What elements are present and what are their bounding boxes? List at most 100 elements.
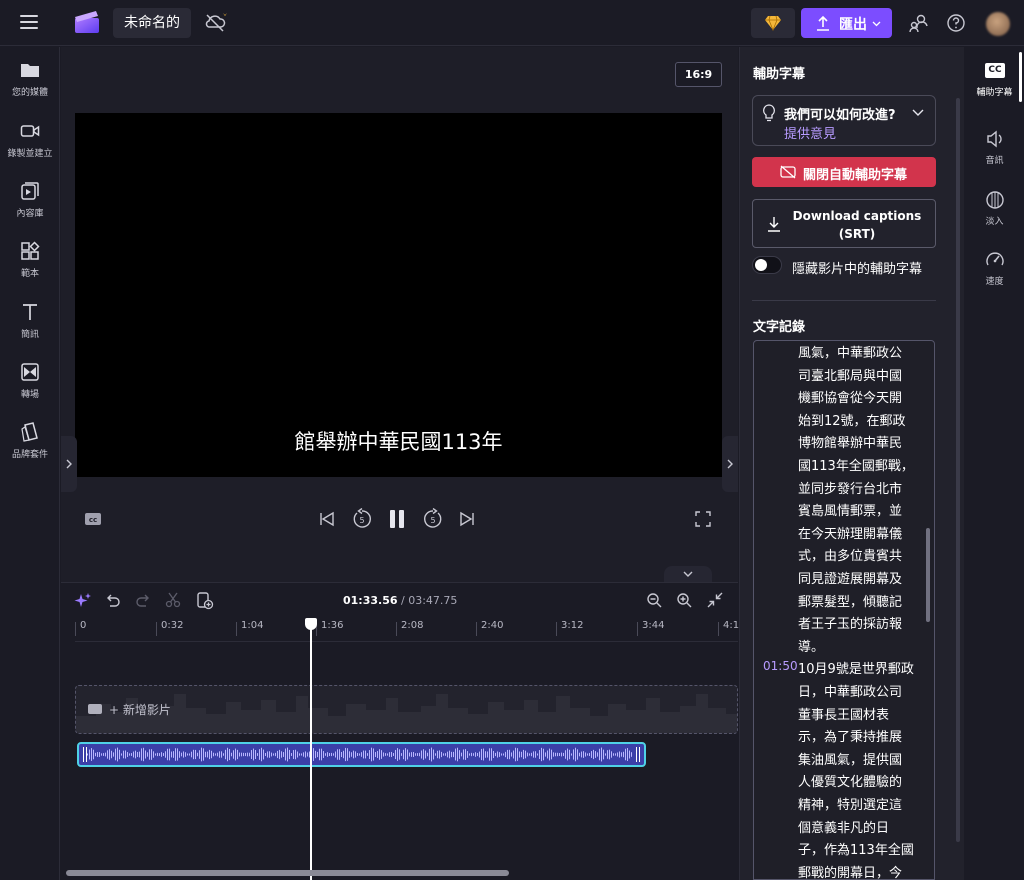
transcript-line[interactable]: 賓島風情郵票，並 bbox=[798, 500, 918, 519]
ruler-tick: 1:04 bbox=[235, 620, 264, 636]
transcript-line[interactable]: 同見證遊展開幕及 bbox=[798, 568, 918, 587]
export-button[interactable]: 匯出 bbox=[801, 8, 892, 38]
aspect-ratio-button[interactable]: 16:9 bbox=[675, 62, 722, 87]
transcript-line[interactable]: 機郵協會從今天開 bbox=[798, 387, 918, 406]
svg-text:5: 5 bbox=[359, 516, 364, 525]
camera-icon bbox=[20, 125, 40, 137]
timeline-horizontal-scrollbar[interactable] bbox=[66, 870, 509, 876]
rail-item-label: 輔助字幕 bbox=[976, 88, 1013, 98]
transcript-line[interactable]: 人優質文化體驗的 bbox=[798, 771, 918, 790]
playhead[interactable] bbox=[310, 620, 312, 880]
disable-auto-captions-button[interactable]: 關閉自動輔助字幕 bbox=[752, 157, 936, 187]
clip-trim-handle-right[interactable] bbox=[636, 747, 640, 762]
captions-off-icon bbox=[780, 165, 796, 179]
video-preview[interactable]: 館舉辦中華民國113年 bbox=[75, 113, 722, 477]
sidebar-item-content-library[interactable]: 內容庫 bbox=[0, 181, 60, 231]
sidebar-item-record-create[interactable]: 錄製並建立 bbox=[0, 121, 60, 171]
skip-to-end-icon[interactable] bbox=[458, 510, 476, 528]
right-rail bbox=[965, 47, 1024, 880]
download-captions-button[interactable]: Download captions (SRT) bbox=[752, 199, 936, 248]
transcript-line[interactable]: 10月9號是世界郵政 bbox=[798, 658, 918, 677]
cloud-sync-off-icon[interactable] bbox=[204, 11, 228, 33]
transcript-line[interactable]: 郵票髮型，傾聽記 bbox=[798, 591, 918, 610]
download-icon bbox=[768, 217, 780, 232]
transcript-line[interactable]: 式，由多位貴賓共 bbox=[798, 545, 918, 564]
project-title[interactable]: 未命名的 bbox=[113, 8, 191, 38]
transcript-line[interactable]: 董事長王國材表 bbox=[798, 704, 918, 723]
expand-right-panel-button[interactable] bbox=[722, 436, 738, 492]
transcript-line[interactable]: 博物館舉辦中華民 bbox=[798, 432, 918, 451]
collapse-timeline-button[interactable] bbox=[664, 566, 712, 582]
transcript-timestamp[interactable]: 01:50 bbox=[763, 659, 798, 673]
rail-item-label: 速度 bbox=[985, 277, 1004, 287]
transcript-line[interactable]: 集油風氣，提供國 bbox=[798, 749, 918, 768]
transcript-line[interactable]: 示，為了秉持推展 bbox=[798, 726, 918, 745]
svg-text:cc: cc bbox=[89, 516, 97, 524]
transcript-line[interactable]: 始到12號，在郵政 bbox=[798, 410, 918, 429]
forward-5-icon[interactable]: 5 bbox=[422, 508, 444, 530]
transcript-line[interactable]: 司臺北郵局與中國 bbox=[798, 365, 918, 384]
sidebar-item-label: 品牌套件 bbox=[11, 450, 48, 460]
pause-icon[interactable] bbox=[388, 509, 406, 529]
magic-sparkle-icon[interactable] bbox=[74, 592, 92, 610]
ruler-tick: 4:1 bbox=[717, 620, 740, 636]
add-media-label: + 新增影片 bbox=[109, 703, 171, 717]
sidebar-item-brand-kit[interactable]: 品牌套件 bbox=[0, 422, 60, 472]
split-scissors-icon[interactable] bbox=[165, 592, 181, 608]
undo-icon[interactable] bbox=[105, 592, 121, 608]
transcript-line[interactable]: 在今天辦理開幕儀 bbox=[798, 523, 918, 542]
zoom-out-icon[interactable] bbox=[646, 592, 662, 608]
transcript-list[interactable]: 風氣，中華郵政公 司臺北郵局與中國 機郵協會從今天開 始到12號，在郵政 博物館舉辦中華… bbox=[753, 340, 935, 880]
sidebar-item-transitions[interactable]: 轉場 bbox=[0, 362, 60, 412]
transcript-line[interactable]: 導。 bbox=[798, 636, 918, 655]
transcript-line[interactable]: 個意義非凡的日 bbox=[798, 817, 918, 836]
rail-item-label: 淡入 bbox=[985, 217, 1004, 227]
captions-panel-scrollbar[interactable] bbox=[956, 98, 960, 842]
transcript-line[interactable]: 風氣，中華郵政公 bbox=[798, 342, 918, 361]
transcript-line[interactable]: 者王子玉的採訪報 bbox=[798, 613, 918, 632]
playhead-handle[interactable] bbox=[305, 618, 317, 630]
menu-icon[interactable] bbox=[20, 15, 38, 29]
skip-to-start-icon[interactable] bbox=[318, 510, 336, 528]
fit-timeline-icon[interactable] bbox=[707, 592, 723, 608]
feedback-box[interactable]: 我們可以如何改進? 提供意見 bbox=[752, 95, 936, 146]
fade-icon bbox=[986, 191, 1004, 209]
ruler-tick: 3:12 bbox=[555, 620, 584, 636]
help-icon[interactable] bbox=[946, 13, 966, 33]
zoom-in-icon[interactable] bbox=[676, 592, 692, 608]
premium-button[interactable] bbox=[751, 8, 795, 38]
transcript-line[interactable]: 國113年全國郵戰， bbox=[798, 455, 918, 474]
chevron-right-icon bbox=[66, 459, 72, 469]
ruler-tick: 0:32 bbox=[155, 620, 184, 636]
audio-clip[interactable] bbox=[77, 742, 646, 767]
caption-overlay: 館舉辦中華民國113年 bbox=[294, 430, 503, 454]
avatar[interactable] bbox=[986, 12, 1010, 36]
share-people-icon[interactable] bbox=[908, 13, 928, 33]
timeline-ruler[interactable]: 0 0:32 1:04 1:36 2:08 2:40 3:12 3:44 4:1 bbox=[74, 620, 740, 642]
hide-captions-toggle[interactable] bbox=[752, 256, 782, 274]
add-to-timeline-icon[interactable] bbox=[196, 592, 214, 610]
rewind-5-icon[interactable]: 5 bbox=[351, 508, 373, 530]
speaker-icon bbox=[987, 130, 1002, 148]
transcript-line[interactable]: 精神，特別選定這 bbox=[798, 794, 918, 813]
transcript-line[interactable]: 郵戰的開幕日，今 bbox=[798, 862, 918, 879]
sidebar-item-templates[interactable]: 範本 bbox=[0, 241, 60, 291]
transcript-line[interactable]: 子，作為113年全國 bbox=[798, 839, 918, 858]
give-feedback-link[interactable]: 提供意見 bbox=[784, 123, 836, 142]
templates-icon bbox=[21, 241, 40, 260]
ruler-tick: 1:36 bbox=[315, 620, 344, 636]
sidebar-item-label: 簡訊 bbox=[20, 330, 39, 340]
captions-toggle-icon[interactable]: cc bbox=[84, 512, 102, 526]
fullscreen-icon[interactable] bbox=[695, 511, 711, 527]
sidebar-item-your-media[interactable]: 您的媒體 bbox=[0, 60, 60, 110]
redo-icon[interactable] bbox=[135, 592, 151, 608]
svg-text:5: 5 bbox=[430, 516, 435, 525]
transcript-line[interactable]: 並同步發行台北市 bbox=[798, 478, 918, 497]
video-track-dropzone[interactable]: + 新增影片 bbox=[75, 685, 738, 734]
sidebar-item-text[interactable]: 簡訊 bbox=[0, 302, 60, 352]
chevron-down-icon[interactable] bbox=[912, 109, 924, 117]
download-captions-label: Download captions (SRT) bbox=[787, 207, 927, 243]
transcript-line[interactable]: 日，中華郵政公司 bbox=[798, 681, 918, 700]
transcript-scrollbar[interactable] bbox=[926, 528, 930, 622]
expand-left-panel-button[interactable] bbox=[61, 436, 77, 492]
